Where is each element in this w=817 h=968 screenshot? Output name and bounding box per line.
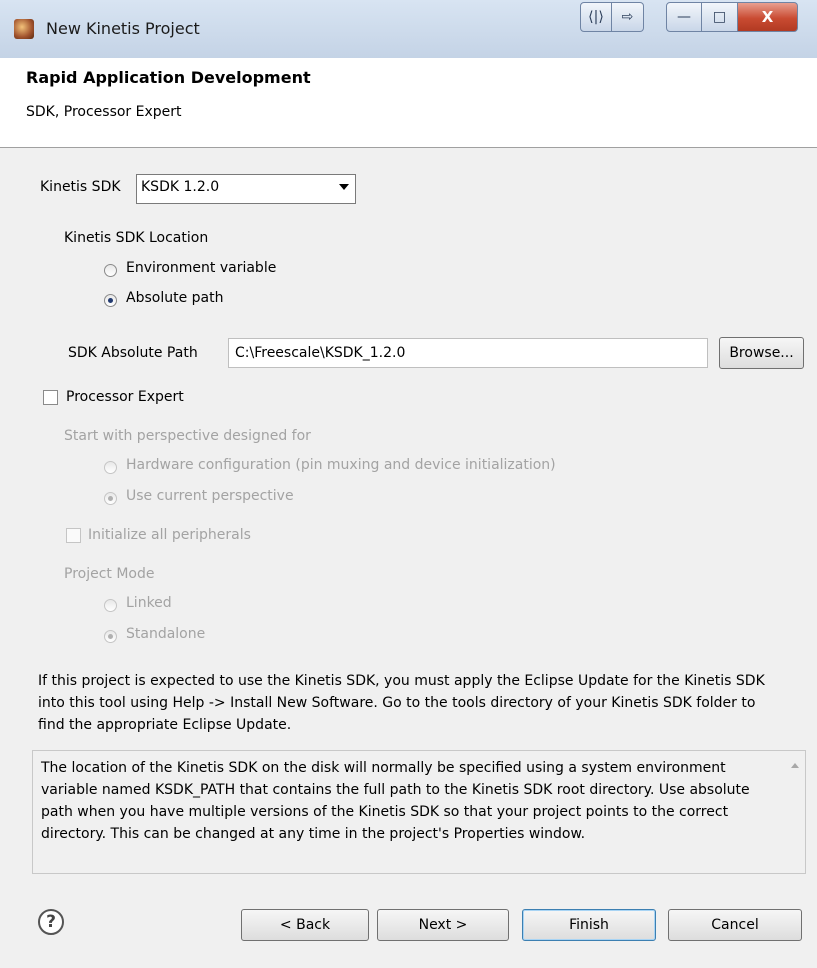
- info-text: If this project is expected to use the K…: [38, 673, 765, 733]
- window-title: New Kinetis Project: [46, 19, 200, 38]
- page-title: Rapid Application Development: [26, 68, 311, 87]
- maximize-icon[interactable]: □: [702, 2, 738, 32]
- kinetis-sdk-selected: KSDK 1.2.0: [141, 179, 220, 195]
- cancel-button[interactable]: Cancel: [668, 909, 802, 941]
- linked-label: Linked: [126, 595, 172, 611]
- project-mode-label: Project Mode: [64, 566, 155, 582]
- app-icon: [14, 19, 34, 39]
- export-icon[interactable]: ⇨: [612, 2, 644, 32]
- use-current-perspective-radio[interactable]: [104, 492, 117, 505]
- back-button[interactable]: < Back: [241, 909, 369, 941]
- hardware-configuration-radio[interactable]: [104, 461, 117, 474]
- title-bar: New Kinetis Project ⟨|⟩ ⇨ — □ X: [0, 0, 817, 59]
- absolute-path-label[interactable]: Absolute path: [126, 290, 223, 306]
- window-controls: — □ X: [666, 2, 798, 32]
- perspective-label: Start with perspective designed for: [64, 428, 311, 444]
- kinetis-sdk-label: Kinetis SDK: [40, 179, 121, 195]
- processor-expert-checkbox[interactable]: [43, 390, 58, 405]
- finish-button[interactable]: Finish: [522, 909, 656, 941]
- next-button[interactable]: Next >: [377, 909, 509, 941]
- minimize-icon[interactable]: —: [666, 2, 702, 32]
- scroll-up-icon[interactable]: [791, 763, 799, 768]
- absolute-path-radio[interactable]: [104, 294, 117, 307]
- standalone-radio[interactable]: [104, 630, 117, 643]
- help-icon[interactable]: ?: [38, 909, 64, 935]
- sdk-location-label: Kinetis SDK Location: [64, 230, 209, 246]
- standalone-label: Standalone: [126, 626, 206, 642]
- initialize-peripherals-checkbox[interactable]: [66, 528, 81, 543]
- initialize-peripherals-label: Initialize all peripherals: [88, 527, 251, 543]
- wizard-header: Rapid Application Development SDK, Proce…: [0, 58, 817, 148]
- close-icon[interactable]: X: [738, 2, 798, 32]
- page-subtitle: SDK, Processor Expert: [26, 104, 182, 120]
- new-kinetis-project-dialog: New Kinetis Project ⟨|⟩ ⇨ — □ X Rapid Ap…: [0, 0, 817, 968]
- restore-icon[interactable]: ⟨|⟩: [580, 2, 612, 32]
- processor-expert-label[interactable]: Processor Expert: [66, 389, 184, 405]
- environment-variable-label[interactable]: Environment variable: [126, 260, 276, 276]
- use-current-perspective-label: Use current perspective: [126, 488, 294, 504]
- environment-variable-radio[interactable]: [104, 264, 117, 277]
- sdk-absolute-path-input[interactable]: [228, 338, 708, 368]
- browse-button[interactable]: Browse...: [719, 337, 804, 369]
- extra-controls: ⟨|⟩ ⇨: [580, 2, 644, 32]
- description-text: The location of the Kinetis SDK on the d…: [41, 760, 750, 842]
- sdk-absolute-path-label: SDK Absolute Path: [68, 345, 198, 361]
- kinetis-sdk-combo[interactable]: KSDK 1.2.0: [136, 174, 356, 204]
- linked-radio[interactable]: [104, 599, 117, 612]
- chevron-down-icon: [339, 184, 349, 190]
- description-box: The location of the Kinetis SDK on the d…: [32, 750, 806, 874]
- hardware-configuration-label: Hardware configuration (pin muxing and d…: [126, 457, 556, 473]
